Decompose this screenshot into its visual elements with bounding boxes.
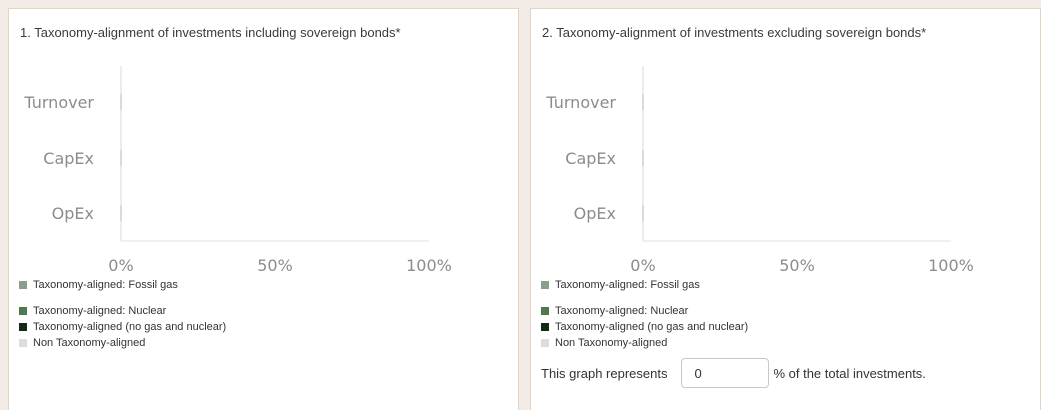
chart-title: 2. Taxonomy-alignment of investments exc… [542, 25, 927, 40]
chart-panel-excluding-sovereign-bonds: 2. Taxonomy-alignment of investments exc… [530, 8, 1041, 410]
legend-label: Non Taxonomy-aligned [555, 337, 668, 349]
legend-swatch [541, 281, 549, 289]
legend-item-non-aligned: Non Taxonomy-aligned [541, 335, 748, 351]
legend-item-no-gas-nuclear: Taxonomy-aligned (no gas and nuclear) [19, 319, 226, 335]
chart-legend: Taxonomy-aligned: Fossil gas Taxonomy-al… [19, 277, 226, 351]
x-tick-label: 50% [257, 256, 293, 275]
chart-panel-including-sovereign-bonds: 1. Taxonomy-alignment of investments inc… [8, 8, 519, 410]
legend-label: Taxonomy-aligned: Fossil gas [555, 279, 700, 291]
investment-share-input[interactable] [681, 358, 770, 388]
legend-swatch [19, 307, 27, 315]
legend-swatch [541, 339, 549, 347]
x-tick-label: 100% [406, 256, 452, 275]
x-tick-label: 100% [928, 256, 974, 275]
investment-share-note: This graph represents % of the total inv… [541, 358, 926, 388]
chart-legend: Taxonomy-aligned: Fossil gas Taxonomy-al… [541, 277, 748, 351]
legend-item-nuclear: Taxonomy-aligned: Nuclear [541, 303, 748, 319]
x-tick-label: 0% [630, 256, 655, 275]
x-tick-label: 0% [108, 256, 133, 275]
legend-swatch [541, 307, 549, 315]
category-label: CapEx [43, 149, 94, 168]
bar-chart: Turnover CapEx OpEx 0% 50% 100% [545, 66, 974, 275]
x-tick-label: 50% [779, 256, 815, 275]
chart-title: 1. Taxonomy-alignment of investments inc… [20, 25, 401, 40]
legend-swatch [541, 323, 549, 331]
legend-label: Taxonomy-aligned (no gas and nuclear) [555, 321, 749, 333]
category-label: OpEx [52, 204, 94, 223]
note-prefix: This graph represents [541, 365, 668, 381]
legend-swatch [19, 339, 27, 347]
legend-label: Taxonomy-aligned: Nuclear [33, 305, 167, 317]
legend-swatch [19, 281, 27, 289]
legend-item-nuclear: Taxonomy-aligned: Nuclear [19, 303, 226, 319]
legend-item-no-gas-nuclear: Taxonomy-aligned (no gas and nuclear) [541, 319, 748, 335]
legend-label: Taxonomy-aligned (no gas and nuclear) [33, 321, 227, 333]
category-label: CapEx [565, 149, 616, 168]
legend-label: Taxonomy-aligned: Fossil gas [33, 279, 178, 291]
category-label: OpEx [574, 204, 616, 223]
legend-swatch [19, 323, 27, 331]
legend-item-fossil-gas: Taxonomy-aligned: Fossil gas [19, 277, 226, 293]
category-label: Turnover [23, 93, 94, 112]
category-label: Turnover [545, 93, 616, 112]
legend-label: Taxonomy-aligned: Nuclear [555, 305, 689, 317]
bar-chart: Turnover CapEx OpEx 0% 50% 100% [23, 66, 452, 275]
legend-label: Non Taxonomy-aligned [33, 337, 146, 349]
legend-item-non-aligned: Non Taxonomy-aligned [19, 335, 226, 351]
legend-item-fossil-gas: Taxonomy-aligned: Fossil gas [541, 277, 748, 293]
note-suffix: % of the total investments. [773, 365, 926, 381]
